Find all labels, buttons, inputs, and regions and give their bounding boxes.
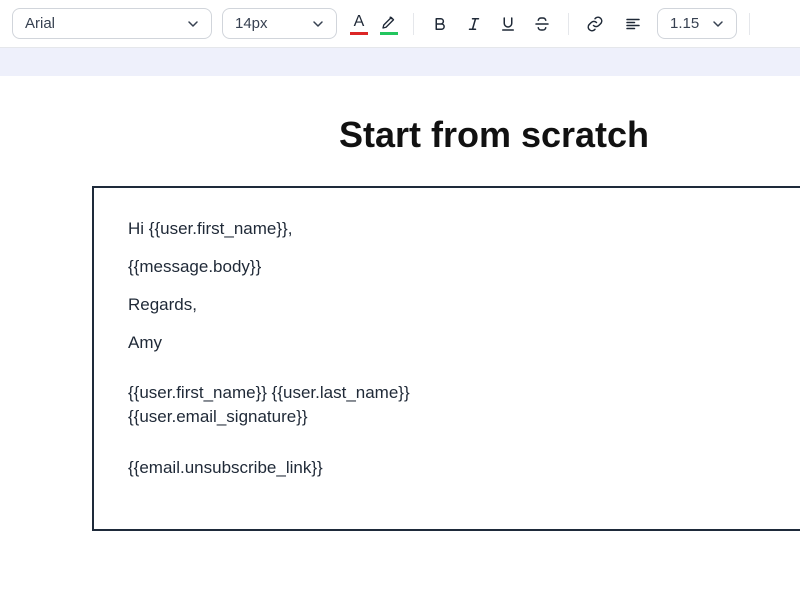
link-button[interactable] [581,10,609,38]
highlighter-icon [380,13,398,31]
content-editor[interactable]: Hi {{user.first_name}}, {{message.body}}… [92,186,800,531]
text-color-button[interactable]: A [347,13,371,35]
separator [749,13,750,35]
chevron-down-icon [712,18,724,30]
text-color-icon: A [354,13,365,31]
separator [413,13,414,35]
link-icon [586,15,604,33]
font-size-dropdown[interactable]: 14px [222,8,337,39]
line-height-dropdown[interactable]: 1.15 [657,8,737,39]
page-edge [0,76,44,593]
content-line: {{message.body}} [128,256,800,278]
font-family-value: Arial [25,15,55,32]
chevron-down-icon [312,18,324,30]
line-height-value: 1.15 [670,15,699,32]
content-line: {{user.email_signature}} [128,406,800,428]
content-line: Regards, [128,294,800,316]
page-title: Start from scratch [92,114,800,156]
bold-button[interactable] [426,10,454,38]
bold-icon [431,15,449,33]
toolbar: Arial 14px A [0,0,800,48]
content-line: {{email.unsubscribe_link}} [128,457,800,479]
font-family-dropdown[interactable]: Arial [12,8,212,39]
chevron-down-icon [187,18,199,30]
align-button[interactable] [619,10,647,38]
font-size-value: 14px [235,15,268,32]
canvas-area: Start from scratch Hi {{user.first_name}… [0,48,800,593]
content-line: {{user.first_name}} {{user.last_name}} [128,382,800,404]
highlight-color-swatch [380,32,398,35]
strikethrough-icon [533,15,551,33]
underline-button[interactable] [494,10,522,38]
underline-icon [499,15,517,33]
text-color-swatch [350,32,368,35]
content-line: Hi {{user.first_name}}, [128,218,800,240]
content-line: Amy [128,332,800,354]
italic-button[interactable] [460,10,488,38]
color-group: A [347,13,401,35]
format-group [426,10,556,38]
page: Start from scratch Hi {{user.first_name}… [44,76,800,593]
highlight-color-button[interactable] [377,13,401,35]
italic-icon [465,15,483,33]
strikethrough-button[interactable] [528,10,556,38]
align-left-icon [624,15,642,33]
separator [568,13,569,35]
